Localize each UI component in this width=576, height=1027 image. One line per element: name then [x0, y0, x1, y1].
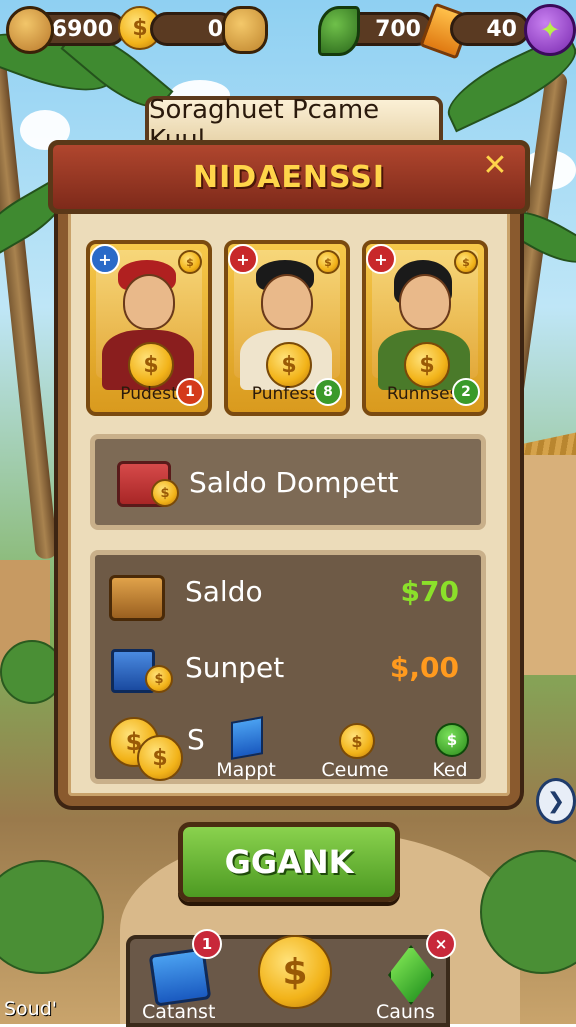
plus-badge: +	[366, 244, 396, 274]
bush	[0, 640, 64, 704]
gems-value: 40	[486, 16, 517, 42]
coin-icon[interactable]: $	[339, 723, 375, 759]
currency2-value: 0	[207, 16, 223, 42]
dock-left-label[interactable]: Catanst	[142, 1001, 215, 1023]
balance-value: $70	[400, 575, 459, 608]
balance-section: Saldo $70 $ Sunpet $,00 $ $ S Mappt $ Ce…	[90, 550, 486, 784]
leaf-value: 700	[375, 16, 421, 42]
bottom-dock: 1 Catanst $ × Cauns	[126, 929, 456, 1027]
level-badge: 2	[452, 378, 480, 406]
nut-icon	[222, 6, 268, 54]
emerald-icon[interactable]	[388, 945, 434, 1005]
gems-counter: 40	[450, 12, 530, 46]
face	[261, 274, 313, 330]
coins-value: 6900	[51, 16, 113, 42]
character-card-2[interactable]: $ $ + Punfessi 8	[224, 240, 350, 416]
green-token-icon[interactable]: $	[435, 723, 469, 757]
expand-icon[interactable]: ❯	[536, 778, 576, 824]
plus-badge: +	[228, 244, 258, 274]
seed-icon	[6, 6, 54, 54]
coin-icon: $	[137, 735, 183, 781]
confirm-button[interactable]: GGANK	[178, 822, 400, 902]
big-coin-button[interactable]: $	[258, 935, 332, 1009]
coin-icon: $	[316, 250, 340, 274]
bush	[0, 860, 104, 974]
face	[123, 274, 175, 330]
coin-row-label: S	[187, 723, 205, 756]
panel-banner: NIDAENSSI	[48, 140, 530, 214]
treasure-chest-icon	[109, 575, 165, 621]
character-card-1[interactable]: $ $ + Pudest 1	[86, 240, 212, 416]
wallet-button[interactable]: $ Saldo Dompett	[90, 434, 486, 530]
level-badge: 1	[176, 378, 204, 406]
option-mappt[interactable]: Mappt	[211, 759, 281, 781]
coin-icon: $	[454, 250, 478, 274]
option-ked[interactable]: Ked	[415, 759, 485, 781]
sunpet-label: Sunpet	[185, 651, 285, 684]
cube-icon[interactable]	[231, 716, 263, 760]
hut	[512, 455, 576, 675]
sunpet-value: $,00	[389, 651, 459, 684]
coin-icon: $	[145, 665, 173, 693]
option-ceume[interactable]: Ceume	[317, 759, 393, 781]
close-badge[interactable]: ×	[426, 929, 456, 959]
leaf-icon	[318, 6, 360, 56]
coin-icon: $	[151, 479, 179, 507]
character-card-3[interactable]: $ $ + Runnsesi 2	[362, 240, 488, 416]
sound-label[interactable]: Soud'	[4, 998, 57, 1020]
close-icon[interactable]: ✕	[478, 148, 512, 183]
level-badge: 8	[314, 378, 342, 406]
notification-badge: 1	[192, 929, 222, 959]
plus-badge: +	[90, 244, 120, 274]
star-gem-button[interactable]: ✦	[524, 4, 576, 56]
dock-right-label[interactable]: Cauns	[376, 1001, 435, 1023]
wallet-label: Saldo Dompett	[189, 465, 399, 499]
balance-label: Saldo	[185, 575, 263, 608]
face	[399, 274, 451, 330]
coin-icon: $	[178, 250, 202, 274]
